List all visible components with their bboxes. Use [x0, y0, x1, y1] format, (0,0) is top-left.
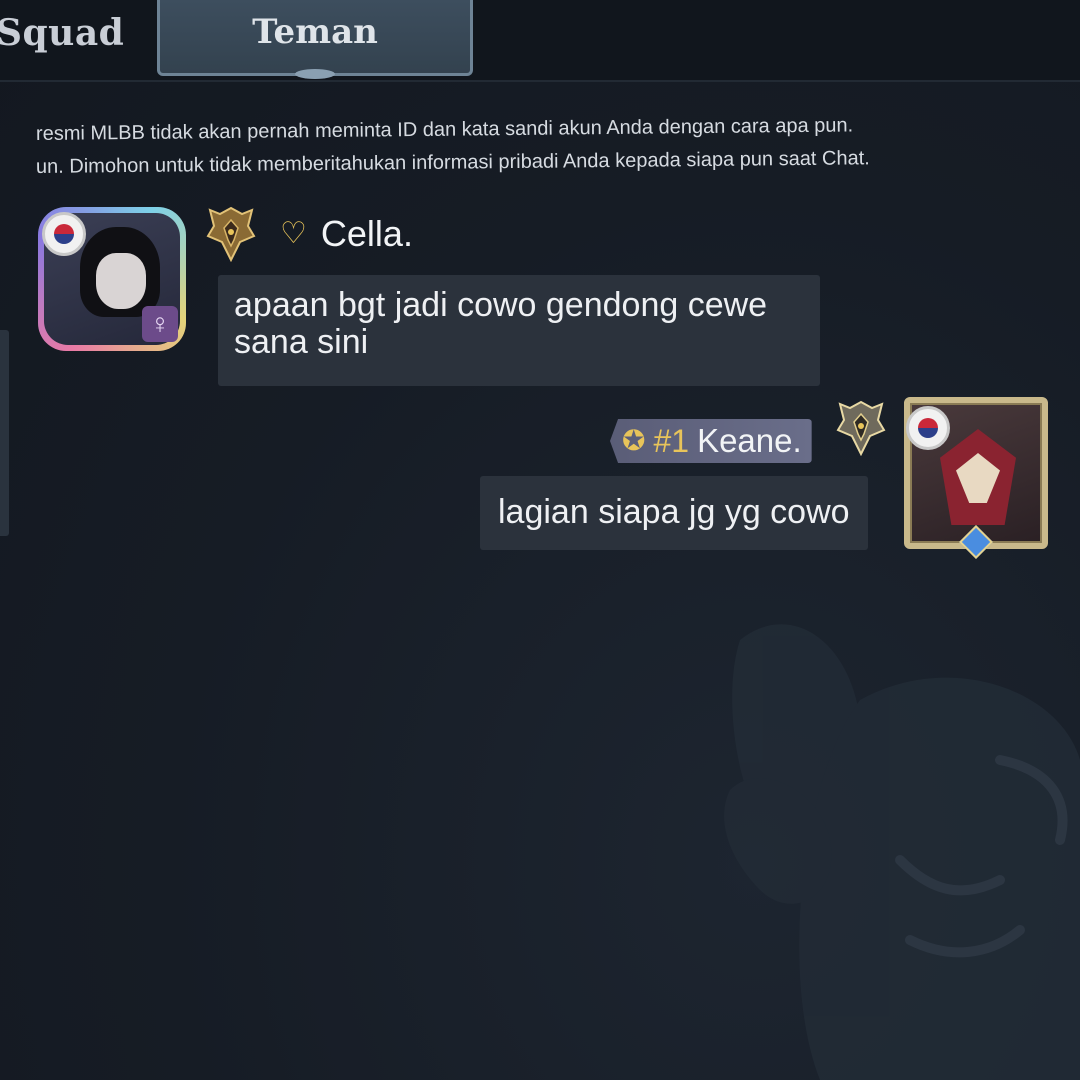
korea-flag-icon: [42, 212, 86, 256]
rank-emblem-icon: [836, 400, 886, 456]
chat-screen: Squad Teman resmi MLBB tidak akan pernah…: [0, 0, 1080, 1080]
korea-flag-icon: [906, 406, 950, 450]
tab-teman[interactable]: Teman: [157, 0, 473, 79]
rank-number: #1: [653, 422, 690, 459]
tab-squad[interactable]: Squad: [0, 12, 124, 54]
sender-row-cella: ♡ Cella.: [280, 213, 413, 255]
message-text-line-2: sana sini: [234, 323, 369, 361]
message-bubble-cella[interactable]: apaan bgt jadi cowo gendong cewe sana si…: [218, 275, 820, 386]
message-text-line-1: apaan bgt jadi cowo gendong cewe: [234, 286, 768, 324]
sender-tag-keane[interactable]: ✪ #1 Keane.: [610, 419, 812, 463]
tab-teman-label: Teman: [252, 12, 378, 52]
sender-name-keane: Keane.: [697, 422, 802, 459]
safety-notice: resmi MLBB tidak akan pernah meminta ID …: [36, 114, 1066, 184]
sender-name-cella[interactable]: Cella.: [321, 213, 413, 255]
heart-icon: ♡: [280, 217, 307, 250]
tab-bar: Squad Teman: [0, 0, 1080, 82]
side-panel-edge[interactable]: [0, 330, 9, 536]
message-bubble-keane[interactable]: lagian siapa jg yg cowo: [480, 476, 868, 550]
avatar-face: [96, 253, 146, 309]
message-text: lagian siapa jg yg cowo: [498, 493, 850, 531]
tab-active-indicator: [295, 69, 335, 79]
rank-emblem-icon: [206, 206, 256, 262]
star-icon: ✪: [622, 425, 646, 456]
female-icon: ♀: [142, 306, 178, 342]
